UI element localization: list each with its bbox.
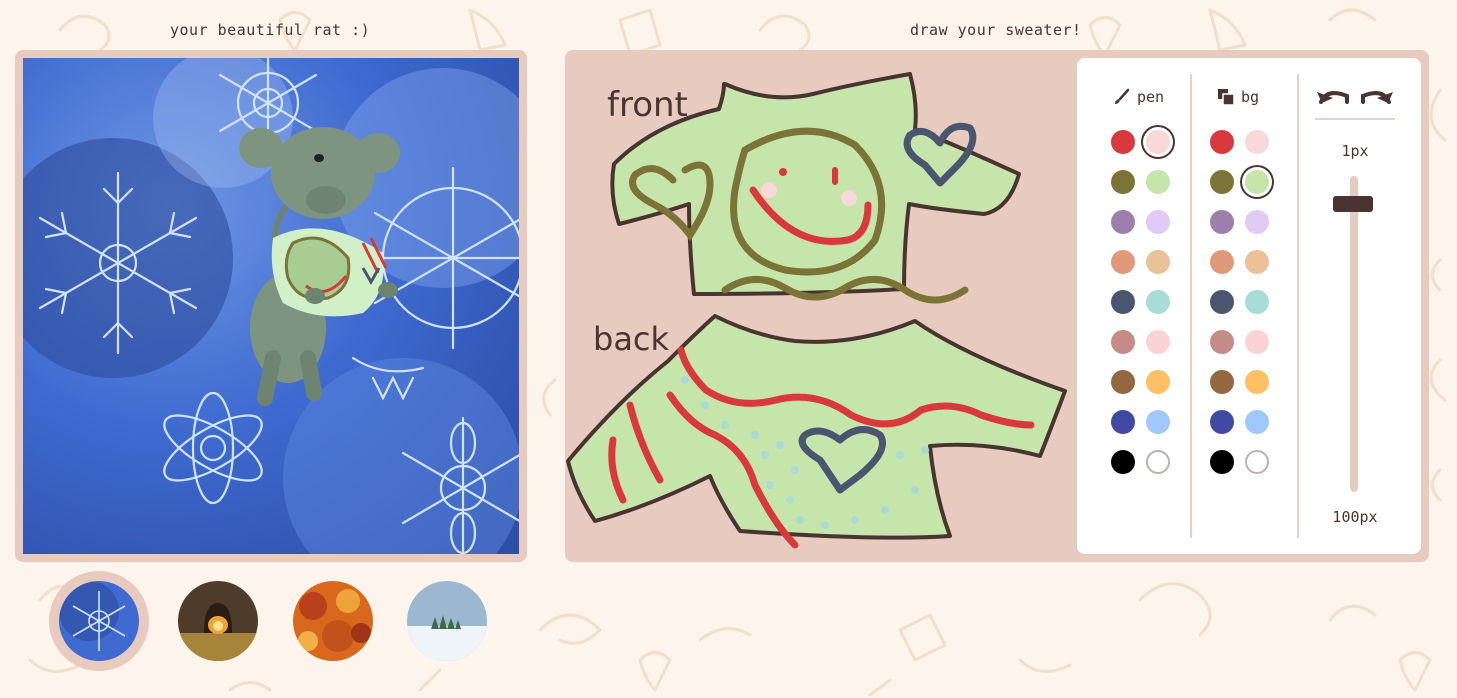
- bg-color-swatch[interactable]: [1245, 210, 1269, 234]
- divider: [1315, 118, 1395, 120]
- bg-color-swatch[interactable]: [1245, 250, 1269, 274]
- bg-color-swatch[interactable]: [1210, 370, 1234, 394]
- front-label: front: [607, 85, 688, 125]
- back-label: back: [593, 320, 670, 358]
- bg-color-swatch[interactable]: [1245, 410, 1269, 434]
- rat-caption: your beautiful rat :): [170, 21, 371, 39]
- pen-color-swatch[interactable]: [1111, 130, 1135, 154]
- bg-color-swatch[interactable]: [1210, 170, 1234, 194]
- sweater-canvas[interactable]: front back: [565, 50, 1075, 562]
- pen-color-swatch[interactable]: [1146, 370, 1170, 394]
- pen-color-swatch[interactable]: [1111, 330, 1135, 354]
- pen-header: pen: [1113, 86, 1164, 108]
- pen-color-swatch[interactable]: [1111, 370, 1135, 394]
- bg-color-swatch[interactable]: [1210, 330, 1234, 354]
- bg-label: bg: [1241, 88, 1260, 106]
- pen-color-swatch[interactable]: [1146, 450, 1170, 474]
- tool-panel: pen bg 1px 100px: [1077, 58, 1421, 554]
- pen-color-swatch[interactable]: [1146, 290, 1170, 314]
- pen-color-swatch[interactable]: [1111, 170, 1135, 194]
- bg-color-swatch[interactable]: [1210, 130, 1234, 154]
- brush-size-slider[interactable]: [1350, 176, 1358, 492]
- pen-color-swatch[interactable]: [1146, 130, 1170, 154]
- pen-color-swatch[interactable]: [1111, 290, 1135, 314]
- brush-icon: [1115, 88, 1130, 104]
- brush-size-min-label: 1px: [1341, 142, 1369, 160]
- background-option-autumn-leaves[interactable]: [293, 581, 373, 661]
- rat-preview: [23, 58, 519, 554]
- bg-color-swatch[interactable]: [1210, 210, 1234, 234]
- redo-icon[interactable]: [1359, 82, 1395, 110]
- rat-preview-frame: [15, 50, 527, 562]
- pen-color-swatch[interactable]: [1146, 250, 1170, 274]
- pen-label: pen: [1137, 88, 1165, 106]
- pen-color-swatch[interactable]: [1111, 210, 1135, 234]
- sweater-caption: draw your sweater!: [910, 21, 1082, 39]
- sweater-editor: front back pen bg 1px 100px: [565, 50, 1429, 562]
- fill-color-icon: [1218, 89, 1235, 106]
- pen-color-swatch[interactable]: [1146, 410, 1170, 434]
- background-option-fireplace[interactable]: [178, 581, 258, 661]
- bg-color-swatch[interactable]: [1210, 450, 1234, 474]
- bg-header: bg: [1217, 86, 1259, 108]
- divider: [1297, 74, 1299, 538]
- bg-color-swatch[interactable]: [1210, 290, 1234, 314]
- brush-size-max-label: 100px: [1332, 508, 1378, 526]
- bg-color-swatch[interactable]: [1210, 410, 1234, 434]
- pen-color-swatch[interactable]: [1146, 330, 1170, 354]
- bg-color-swatch[interactable]: [1245, 450, 1269, 474]
- brush-size-slider-handle[interactable]: [1333, 196, 1373, 213]
- bg-color-swatch[interactable]: [1245, 170, 1269, 194]
- pen-color-swatch[interactable]: [1111, 450, 1135, 474]
- pen-color-swatch[interactable]: [1111, 250, 1135, 274]
- bg-color-swatch[interactable]: [1245, 130, 1269, 154]
- pen-color-swatch[interactable]: [1146, 170, 1170, 194]
- bg-color-swatch[interactable]: [1245, 330, 1269, 354]
- undo-icon[interactable]: [1315, 82, 1351, 110]
- pen-color-swatch[interactable]: [1146, 210, 1170, 234]
- bg-color-swatch[interactable]: [1245, 370, 1269, 394]
- pen-color-swatch[interactable]: [1111, 410, 1135, 434]
- divider: [1190, 74, 1192, 538]
- background-option-snowy-trees[interactable]: [407, 581, 487, 661]
- bg-color-swatch[interactable]: [1210, 250, 1234, 274]
- background-option-snowflakes[interactable]: [59, 581, 139, 661]
- bg-color-swatch[interactable]: [1245, 290, 1269, 314]
